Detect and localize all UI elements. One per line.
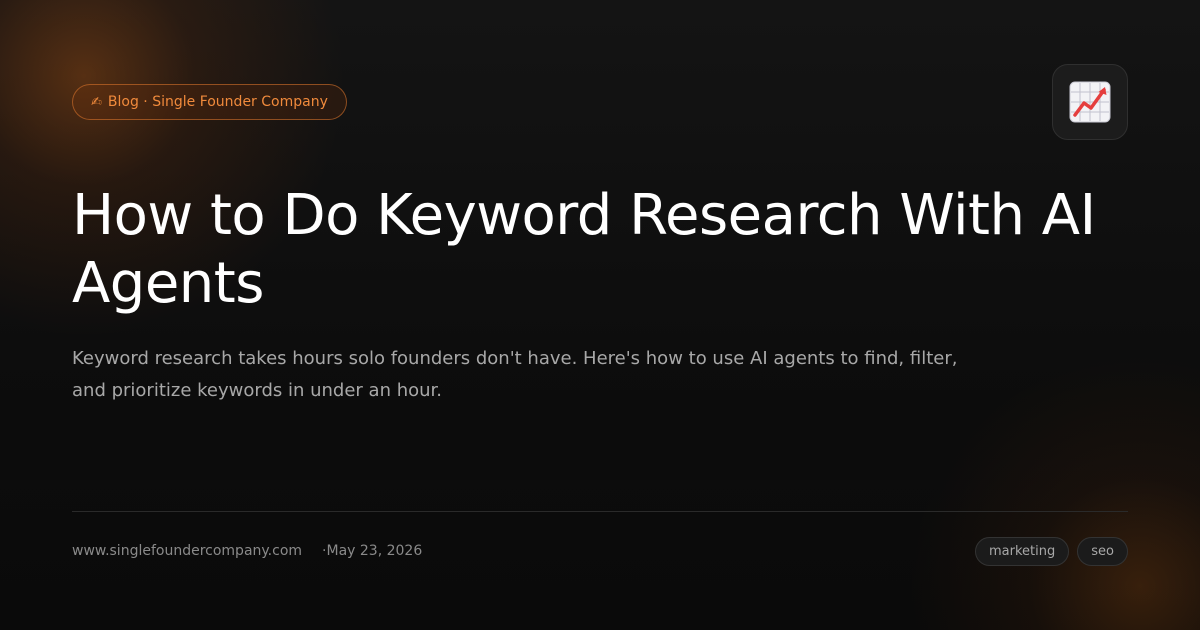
og-card: ✍ Blog · Single Founder Company How to D… [0,0,1200,630]
category-badge-label: Blog · Single Founder Company [107,94,328,110]
writing-hand-icon: ✍ [91,94,102,110]
site-url: www.singlefoundercompany.com [72,543,303,559]
tag-marketing: marketing [975,537,1070,566]
post-description: Keyword research takes hours solo founde… [72,348,958,401]
post-date: May 23, 2026 [326,543,423,559]
category-badge: ✍ Blog · Single Founder Company [72,84,347,120]
footer-meta: www.singlefoundercompany.com · May 23, 2… [72,540,422,562]
tag-list: marketing seo [975,537,1128,566]
tag-seo: seo [1077,537,1128,566]
chart-increasing-icon [1069,81,1111,123]
footer-divider [72,511,1128,512]
post-title: How to Do Keyword Research With AI Agent… [72,183,1096,316]
logo-tile [1052,64,1128,140]
